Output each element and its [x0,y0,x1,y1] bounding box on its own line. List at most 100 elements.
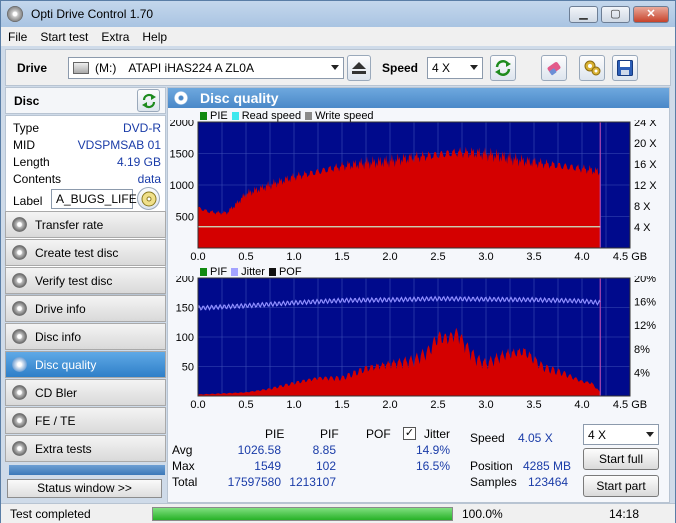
maximize-button[interactable]: ▢ [601,6,630,23]
test-speed-select[interactable]: 4 X [583,424,659,445]
disc-title: Disc [14,94,40,108]
y2-tick-label: 4% [634,367,650,379]
disc-icon [12,245,27,260]
status-window-button[interactable]: Status window >> [7,479,162,498]
x-tick-label: 3.0 [478,251,493,263]
position-label: Position [470,459,513,473]
drive-name: ATAPI iHAS224 A ZL0A [128,61,254,75]
disc-label-field[interactable]: A_BUGS_LIFE [51,189,137,209]
y2-tick-label: 16% [634,297,656,309]
nav-transfer-rate[interactable]: Transfer rate [5,211,166,238]
y2-tick-label: 8 X [634,201,651,213]
speed-value: 4.05 X [518,431,553,445]
eject-icon [352,62,366,74]
x-tick-label: 2.5 [430,251,445,263]
speed-label: Speed [470,431,505,445]
y-tick-label: 500 [176,212,194,224]
disc-label-icon [141,191,156,206]
disc-icon [12,301,27,316]
nav-drive-info[interactable]: Drive info [5,295,166,322]
floppy-disk-icon [617,60,633,76]
x-tick-label: 3.5 [526,251,541,263]
x-tick-label: 1.5 [334,251,349,263]
disc-row-type: Type DVD-R [13,121,161,136]
col-header-jitter: Jitter [424,427,451,441]
nav-cd-bler[interactable]: CD Bler [5,379,166,406]
nav-create-test-disc[interactable]: Create test disc [5,239,166,266]
nav-label: Create test disc [35,245,119,260]
nav-disc-quality[interactable]: Disc quality [5,351,166,378]
menu-start-test[interactable]: Start test [40,30,88,44]
start-full-button[interactable]: Start full [583,448,659,470]
col-header-pif: PIF [320,427,339,441]
app-window: Opti Drive Control 1.70 ▁ ▢ ✕ File Start… [0,0,676,523]
total-pif: 1213107 [289,475,336,489]
avg-jitter: 14.9% [415,443,450,457]
max-jitter: 16.5% [415,459,450,473]
disc-label-key: Label [13,194,43,208]
toolbar: Drive (M:) ATAPI iHAS224 A ZL0A Speed 4 … [5,49,671,86]
disc-contents-value: data [137,172,161,186]
disc-row-mid: MID VDSPMSAB 01 [13,138,161,153]
nav-label: Extra tests [35,441,92,456]
col-header-pof: POF [366,427,391,441]
max-pie: 1549 [254,459,281,473]
disc-icon [12,413,27,428]
menu-help[interactable]: Help [142,30,167,44]
samples-label: Samples [470,475,517,489]
nav-extra-tests[interactable]: Extra tests [5,435,166,462]
disc-icon [12,273,27,288]
position-value: 4285 MB [523,459,572,473]
x-tick-label: 3.5 [526,399,541,411]
nav-label: CD Bler [35,385,78,400]
col-header-pie: PIE [265,427,285,441]
chevron-down-icon [470,65,478,70]
eject-button[interactable] [347,55,371,81]
settings-button[interactable] [579,55,605,81]
x-tick-label: 1.0 [286,251,301,263]
disc-icon [12,385,27,400]
max-pif: 102 [315,459,336,473]
nav-label: Transfer rate [35,217,104,232]
close-button[interactable]: ✕ [633,6,669,23]
legend-swatch-pof [268,268,276,276]
drive-letter: (M:) [95,61,117,75]
jitter-checkbox[interactable]: ✓ [403,427,416,440]
avg-pie: 1026.58 [237,443,281,457]
disc-label-button[interactable] [137,187,160,210]
nav-disc-info[interactable]: Disc info [5,323,166,350]
y2-tick-label: 8% [634,344,650,356]
nav-scroll-strip [9,465,165,475]
nav-verify-test-disc[interactable]: Verify test disc [5,267,166,294]
nav-fe-te[interactable]: FE / TE [5,407,166,434]
erase-button[interactable] [541,55,567,81]
menu-extra[interactable]: Extra [101,30,129,44]
drive-select[interactable]: (M:) ATAPI iHAS224 A ZL0A [68,57,344,79]
y-tick-label: 1500 [170,149,194,161]
x-tick-label: 2.0 [382,399,397,411]
avg-pif: 8.85 [312,443,336,457]
x-tick-label: 2.0 [382,251,397,263]
disc-length-value: 4.19 GB [116,155,161,169]
refresh-speed-button[interactable] [490,55,516,81]
save-button[interactable] [612,55,638,81]
pif-chart: 200 150 100 50 20% 16% 12% 8% 4% 0.0 0.5 1.0 1.5 2.0 2… [176,276,657,411]
menu-bar: File Start test Extra Help [1,27,675,46]
refresh-icon [495,60,511,76]
disc-icon [12,217,27,232]
y-tick-label: 100 [176,332,194,344]
speed-select[interactable]: 4 X [427,57,483,79]
disc-contents-key: Contents [13,172,62,186]
window-title: Opti Drive Control 1.70 [31,7,154,21]
nav-label: Disc info [35,329,82,344]
minimize-button[interactable]: ▁ [569,6,598,23]
nav-label: Disc quality [35,357,97,372]
menu-file[interactable]: File [8,30,27,44]
start-part-button[interactable]: Start part [583,475,659,497]
row-label-avg: Avg [172,443,193,457]
y2-tick-label: 4 X [634,222,651,234]
samples-value: 123464 [528,475,569,489]
refresh-disc-button[interactable] [137,89,160,112]
x-tick-label: 2.5 [430,399,445,411]
disc-icon [12,441,27,456]
